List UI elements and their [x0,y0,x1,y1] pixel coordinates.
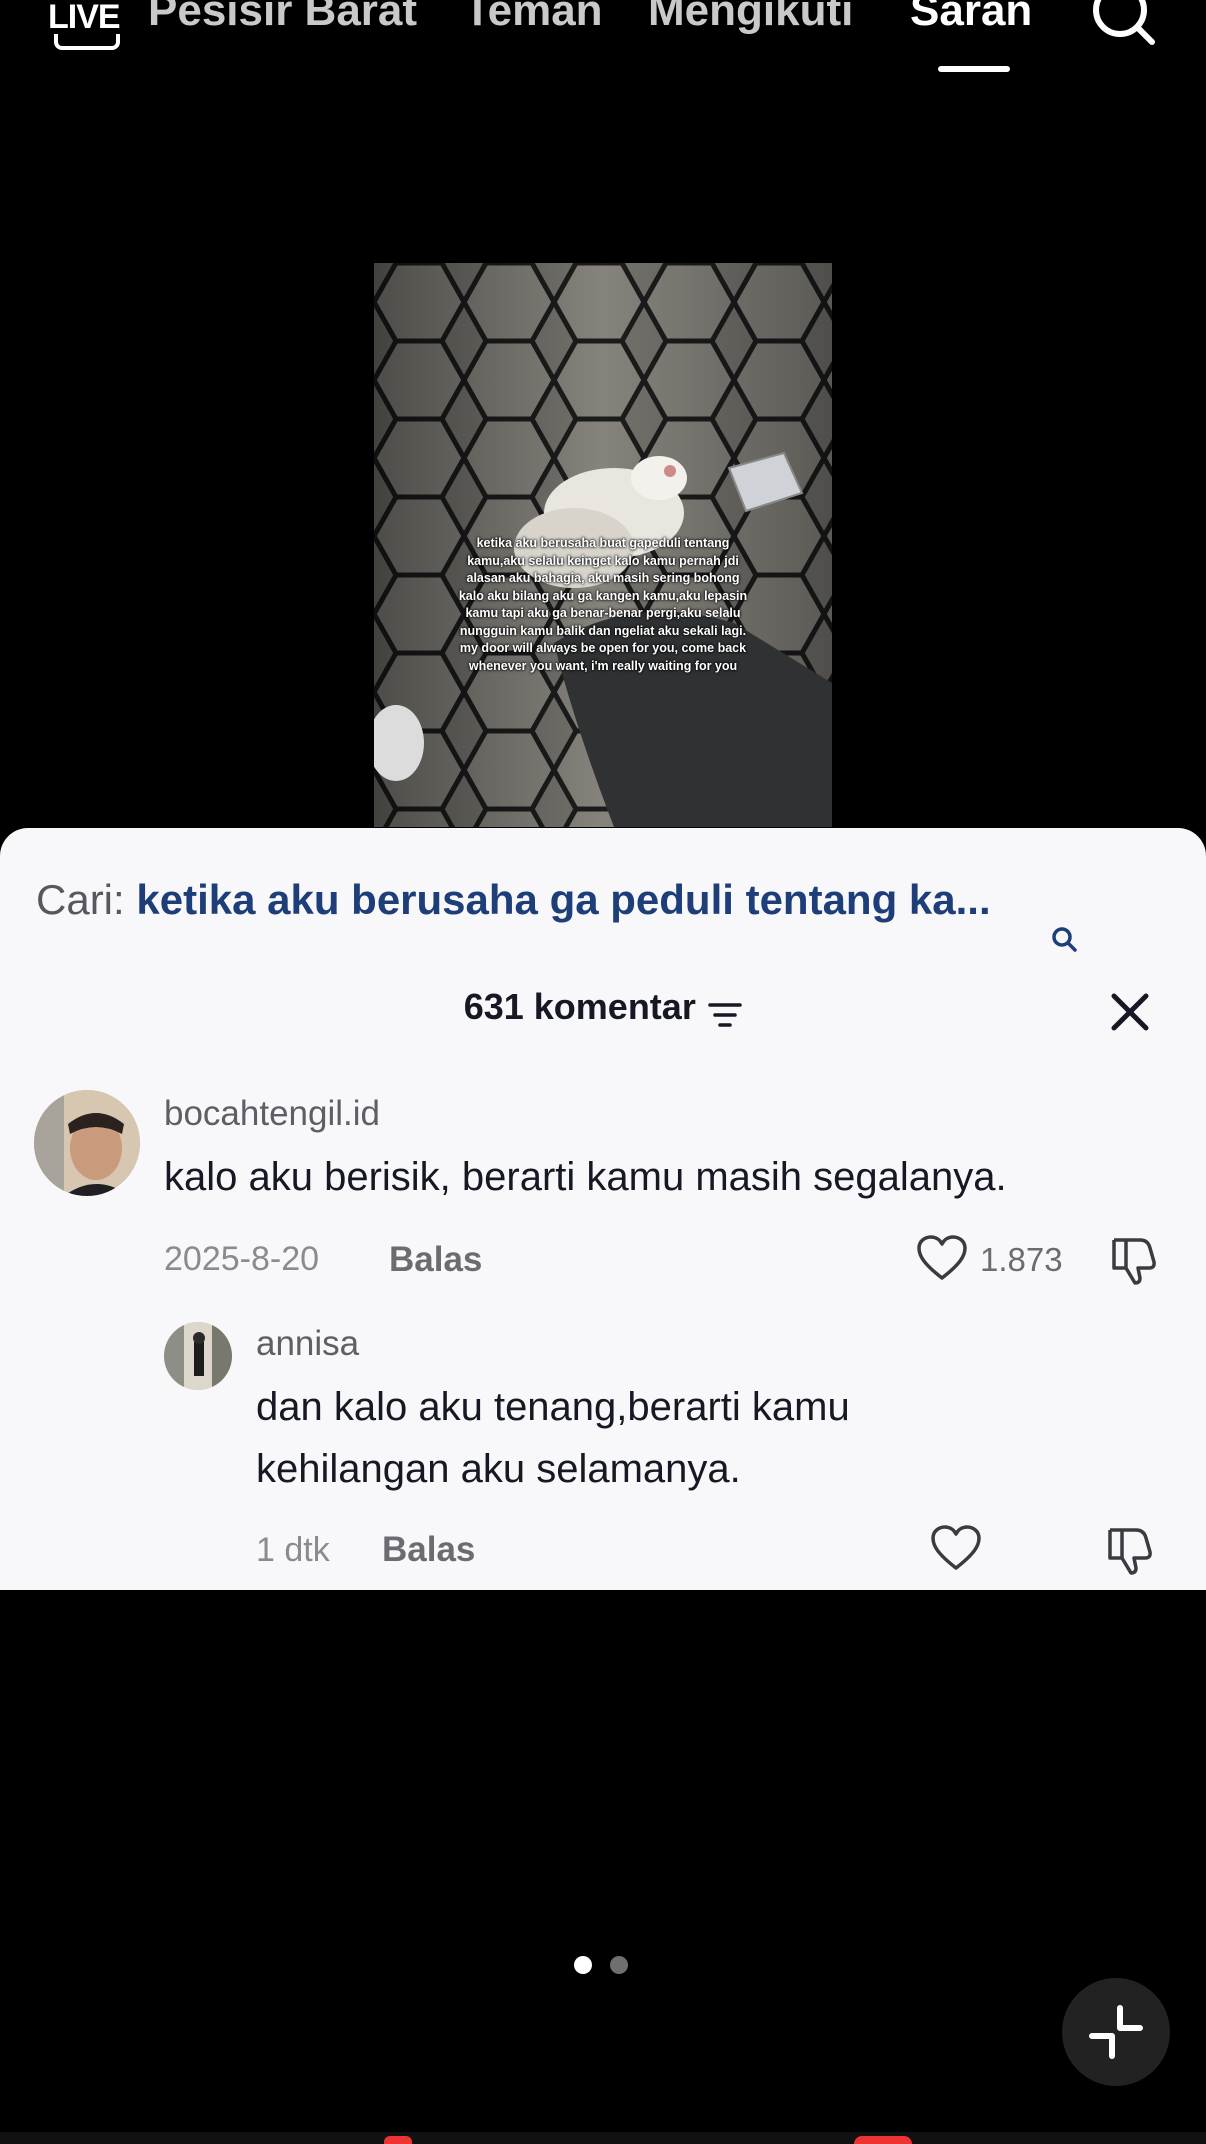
pager-dot-active[interactable] [574,1956,592,1974]
comment-text: dan kalo aku tenang,berarti kamu kehilan… [256,1385,850,1491]
avatar[interactable] [164,1322,232,1390]
avatar-photo [164,1322,232,1390]
tab-teman[interactable]: Teman [464,0,603,36]
avatar-photo [34,1090,140,1196]
dislike-icon[interactable] [1108,1234,1160,1286]
pager-dot[interactable] [610,1956,628,1974]
tab-saran[interactable]: Saran [910,0,1032,36]
bottom-nav-edge [0,2132,1206,2144]
comments-sheet: Cari: ketika aku berusaha ga peduli tent… [0,828,1206,1590]
comment-date: 2025-8-20 [164,1240,320,1278]
search-query[interactable]: ketika aku berusaha ga peduli tentang ka… [136,876,990,923]
live-label: LIVE [48,0,121,36]
heart-icon[interactable] [916,1234,968,1282]
caption-line: whenever you want, i'm really waiting fo… [468,658,738,673]
comment-username[interactable]: annisa [256,1324,359,1364]
live-button[interactable]: LIVE [46,0,121,50]
close-icon[interactable] [1106,988,1154,1036]
minimize-button[interactable] [1062,1978,1170,2086]
reply-button[interactable]: Balas [382,1530,475,1570]
caption-line: ketika aku berusaha buat gapeduli tentan… [476,536,730,550]
comment-text: kalo aku berisik, berarti kamu masih seg… [164,1155,1007,1199]
comment-date: 1 dtk [256,1531,330,1569]
search-prefix: Cari: [36,876,137,923]
related-search[interactable]: Cari: ketika aku berusaha ga peduli tent… [36,876,1186,952]
comments-count: 631 komentar [463,986,696,1027]
avatar[interactable] [34,1090,140,1196]
active-tab-indicator [938,66,1010,72]
reply-button[interactable]: Balas [389,1240,482,1280]
collapse-icon [1089,2005,1143,2059]
caption-line: my door will always be open for you, com… [459,641,747,655]
search-icon[interactable] [1048,924,1080,956]
comment-username[interactable]: bocahtengil.id [164,1094,380,1134]
video-thumbnail[interactable]: ketika aku berusaha buat gapeduli tentan… [374,263,832,827]
caption-line: nungguin kamu balik dan ngeliat aku seka… [459,623,747,638]
heart-icon[interactable] [930,1524,982,1572]
tab-pesisir-barat[interactable]: Pesisir Barat [148,0,417,36]
like-count: 1.873 [980,1241,1063,1278]
caption-line: kamu,aku selalu keinget kalo kamu pernah… [467,553,739,568]
caption-line: kamu tapi aku ga benar-benar pergi,aku s… [465,606,741,620]
caption-line: alasan aku bahagia, aku masih sering boh… [466,571,740,585]
tab-mengikuti[interactable]: Mengikuti [648,0,853,36]
dislike-icon[interactable] [1104,1524,1156,1576]
comments-header: 631 komentar [0,986,1206,1029]
nav-indicator [384,2136,412,2144]
sort-filter-icon[interactable] [708,1001,743,1029]
video-caption: ketika aku berusaha buat gapeduli tentan… [380,535,826,675]
nav-indicator [854,2136,912,2144]
caption-line: kalo aku bilang aku ga kangen kamu,aku l… [458,588,748,603]
top-nav: LIVE Pesisir Barat Teman Mengikuti Saran [0,0,1206,80]
carousel-pager [574,1956,634,1976]
tv-icon [54,34,120,50]
search-icon[interactable] [1088,0,1158,50]
